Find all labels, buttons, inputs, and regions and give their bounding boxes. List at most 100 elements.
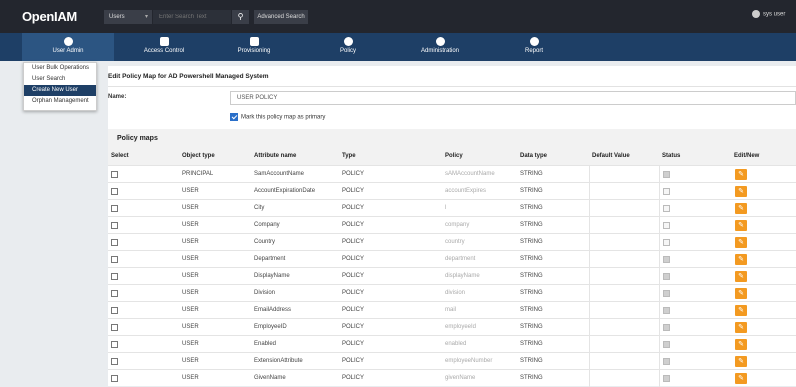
object-type: USER (182, 256, 199, 262)
column-divider (659, 200, 660, 217)
pencil-icon: ✎ (738, 205, 744, 212)
data-type: STRING (520, 273, 543, 279)
nav-administration[interactable]: Administration (394, 33, 486, 61)
policy: enabled (445, 341, 467, 347)
row-select-checkbox[interactable] (111, 188, 118, 195)
row-select-checkbox[interactable] (111, 222, 118, 229)
pencil-icon: ✎ (738, 256, 744, 263)
policy: mail (445, 307, 457, 313)
nav-label: Administration (420, 48, 459, 54)
primary-checkbox[interactable]: Mark this policy map as primary (230, 113, 325, 121)
status-checkbox (663, 324, 670, 331)
pencil-icon: ✎ (738, 171, 744, 178)
column-divider (659, 166, 660, 183)
pencil-icon: ✎ (738, 239, 744, 246)
type: POLICY (342, 171, 365, 177)
search-input[interactable] (153, 10, 231, 24)
nav-policy[interactable]: Policy (302, 33, 394, 61)
column-header: Policy (445, 153, 463, 159)
object-type: USER (182, 290, 199, 296)
nav-label: User Admin (52, 48, 84, 54)
type: POLICY (342, 273, 365, 279)
row-select-checkbox[interactable] (111, 171, 118, 178)
attribute-name: Company (254, 222, 280, 228)
nav-label: Access Control (143, 48, 185, 54)
user-avatar-icon (752, 10, 760, 18)
attribute-name: Division (254, 290, 276, 296)
row-select-checkbox[interactable] (111, 307, 118, 314)
pencil-icon: ✎ (738, 290, 744, 297)
table-row: USER DisplayName POLICY displayName STRING ✎ (108, 267, 796, 285)
column-header: Attribute name (254, 153, 297, 159)
policy: displayName (445, 273, 480, 279)
row-select-checkbox[interactable] (111, 256, 118, 263)
column-divider (659, 336, 660, 353)
object-type: USER (182, 307, 199, 313)
column-divider (659, 234, 660, 251)
primary-label: Mark this policy map as primary (241, 114, 326, 121)
section-title: Policy maps (117, 135, 158, 142)
data-type: STRING (520, 375, 543, 381)
row-select-checkbox[interactable] (111, 341, 118, 348)
row-select-checkbox[interactable] (111, 358, 118, 365)
gear-icon (435, 37, 445, 46)
row-select-checkbox[interactable] (111, 239, 118, 246)
menu-item-create-new-user[interactable]: Create New User (24, 85, 96, 96)
column-header: Select (111, 153, 129, 159)
edit-button[interactable]: ✎ (735, 203, 747, 214)
attribute-name: DisplayName (254, 273, 290, 279)
pencil-icon: ✎ (738, 341, 744, 348)
nav-user-admin[interactable]: User Admin (22, 33, 114, 61)
edit-button[interactable]: ✎ (735, 288, 747, 299)
row-select-checkbox[interactable] (111, 324, 118, 331)
policy-maps-section: Policy maps Select Object type Attribute… (108, 129, 796, 387)
edit-button[interactable]: ✎ (735, 322, 747, 333)
edit-button[interactable]: ✎ (735, 169, 747, 180)
edit-button[interactable]: ✎ (735, 220, 747, 231)
column-divider (659, 268, 660, 285)
menu-item-orphan-management[interactable]: Orphan Management (24, 96, 96, 107)
policy: division (445, 290, 466, 296)
edit-button[interactable]: ✎ (735, 305, 747, 316)
object-type: USER (182, 358, 199, 364)
column-divider (589, 319, 590, 336)
user-menu[interactable]: sys user (752, 10, 785, 18)
attribute-name: ExtensionAttribute (254, 358, 303, 364)
type: POLICY (342, 290, 365, 296)
row-select-checkbox[interactable] (111, 375, 118, 382)
nav-provisioning[interactable]: Provisioning (208, 33, 300, 61)
table-row: USER EmployeeID POLICY employeeId STRING ✎ (108, 318, 796, 336)
search-button[interactable]: ⚲ (232, 10, 249, 24)
column-divider (659, 353, 660, 370)
advanced-search-button[interactable]: Advanced Search (254, 10, 308, 24)
menu-item-user-search[interactable]: User Search (24, 74, 96, 85)
row-select-checkbox[interactable] (111, 290, 118, 297)
status-checkbox (663, 273, 670, 280)
table-header: Select Object type Attribute name Type P… (108, 151, 796, 163)
search-type-select[interactable]: Users ▾ (104, 10, 152, 24)
openiam-logo: OpenIAM (22, 9, 77, 24)
edit-button[interactable]: ✎ (735, 356, 747, 367)
attribute-name: Country (254, 239, 276, 245)
pencil-icon: ✎ (738, 324, 744, 331)
nav-report[interactable]: Report (488, 33, 580, 61)
status-checkbox (663, 290, 670, 297)
object-type: USER (182, 341, 199, 347)
nav-access-control[interactable]: Access Control (118, 33, 210, 61)
edit-button[interactable]: ✎ (735, 339, 747, 350)
edit-button[interactable]: ✎ (735, 254, 747, 265)
row-select-checkbox[interactable] (111, 205, 118, 212)
table-row: USER Department POLICY department STRING ✎ (108, 250, 796, 268)
search-type-label: Users (109, 14, 125, 20)
edit-button[interactable]: ✎ (735, 373, 747, 384)
edit-policy-panel: Edit Policy Map for AD Powershell Manage… (108, 66, 796, 387)
row-select-checkbox[interactable] (111, 273, 118, 280)
menu-item-user-bulk-operations[interactable]: User Bulk Operations (24, 63, 96, 74)
name-field[interactable]: USER POLICY (230, 91, 796, 105)
edit-button[interactable]: ✎ (735, 237, 747, 248)
column-header: Object type (182, 153, 215, 159)
column-divider (589, 251, 590, 268)
edit-button[interactable]: ✎ (735, 271, 747, 282)
edit-button[interactable]: ✎ (735, 186, 747, 197)
nav-label: Report (524, 48, 543, 54)
